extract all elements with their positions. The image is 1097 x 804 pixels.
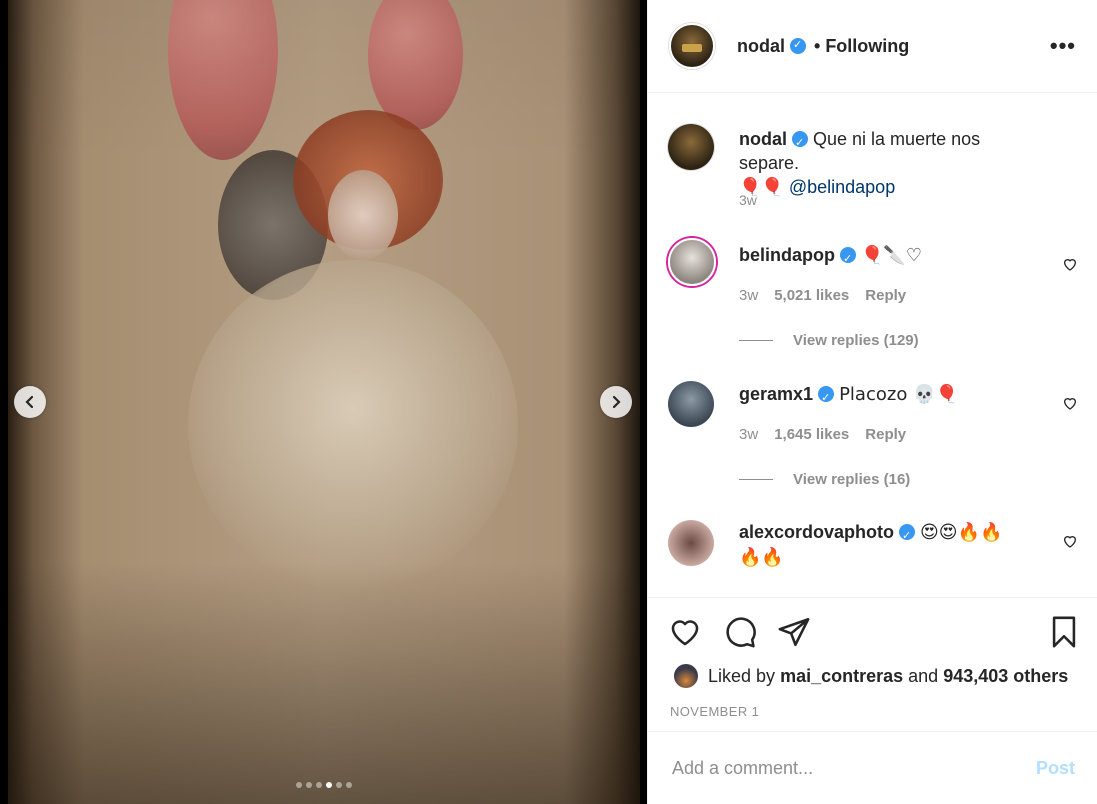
post-actions: Liked by mai_contreras and 943,403 other… [648, 597, 1097, 732]
comment-username[interactable]: alexcordovaphoto [739, 522, 894, 542]
liked-by-prefix: Liked by [708, 665, 776, 686]
costume-figure [188, 260, 518, 590]
reply-button[interactable]: Reply [865, 426, 906, 443]
post-comment-button[interactable]: Post [1036, 758, 1075, 779]
likes-count[interactable]: 943,403 others [943, 666, 1068, 687]
verified-badge-icon [792, 131, 808, 155]
liked-by-user[interactable]: mai_contreras [780, 666, 903, 687]
carousel-dot [295, 782, 302, 788]
avatar[interactable] [669, 23, 715, 69]
verified-badge-icon [790, 38, 806, 54]
mention-link[interactable]: @belindapop [789, 177, 895, 197]
comment-input[interactable] [670, 756, 1036, 780]
post-photo [8, 0, 640, 804]
share-send-icon[interactable] [777, 615, 811, 649]
view-replies-label: View replies (16) [793, 471, 911, 488]
like-comment-heart-icon[interactable] [1062, 533, 1078, 549]
comment-composer: Post [648, 731, 1097, 804]
view-replies-label: View replies (129) [793, 332, 919, 349]
comment-time: 3w [739, 426, 759, 443]
post-header: nodal • Following ••• [648, 0, 1097, 93]
carousel-dot [335, 782, 342, 788]
comment-text: 😍😍🔥🔥 [920, 522, 1003, 543]
person-figure [218, 150, 328, 300]
following-label: Following [825, 35, 910, 56]
verified-badge-icon [840, 247, 856, 271]
more-options-icon[interactable]: ••• [1050, 33, 1076, 59]
like-comment-heart-icon[interactable] [1062, 395, 1078, 411]
reply-button[interactable]: Reply [865, 287, 906, 304]
avatar[interactable] [668, 238, 716, 286]
next-image-button[interactable] [600, 386, 632, 418]
caption-time: 3w [739, 192, 757, 208]
avatar[interactable] [668, 381, 714, 427]
balloon-graphic [168, 0, 278, 160]
avatar[interactable] [668, 520, 714, 566]
chevron-right-icon [612, 395, 621, 409]
liked-by-and: and [908, 665, 939, 686]
verified-badge-icon [818, 386, 835, 410]
carousel-dot [315, 782, 322, 788]
liked-by-summary[interactable]: Liked by mai_contreras and 943,403 other… [674, 664, 1068, 688]
header-username[interactable]: nodal [737, 36, 785, 57]
comment-text: 🎈🔪♡ [861, 245, 922, 266]
person-figure [328, 170, 398, 260]
post-date: NOVEMBER 1 [670, 704, 760, 719]
comment-likes[interactable]: 1,645 likes [774, 426, 849, 443]
caption-username[interactable]: nodal [739, 129, 787, 149]
comment-likes[interactable]: 5,021 likes [774, 287, 849, 304]
comment-username[interactable]: geramx1 [739, 384, 813, 404]
previous-image-button[interactable] [14, 386, 46, 418]
like-heart-icon[interactable] [668, 615, 702, 649]
view-replies-button[interactable]: View replies (16) [739, 471, 910, 488]
comment-text: 🔥🔥 [739, 547, 784, 568]
carousel-indicator [0, 782, 647, 788]
balloon-graphic [368, 0, 463, 130]
comments-list[interactable]: nodal Que ni la muerte nos separe. 🎈🎈 @b… [648, 94, 1097, 597]
bookmark-save-icon[interactable] [1047, 615, 1081, 649]
carousel-dot [345, 782, 352, 788]
comment-text: Placozo 💀🎈 [839, 384, 958, 405]
comment-bubble-icon[interactable] [723, 615, 757, 649]
following-button[interactable]: • Following [814, 36, 909, 57]
post-media[interactable] [0, 0, 647, 804]
carousel-dot [305, 782, 312, 788]
post-details-panel: nodal • Following ••• nodal Que ni la mu… [647, 0, 1097, 804]
comment-time: 3w [739, 287, 759, 304]
avatar [674, 664, 698, 688]
comment-username[interactable]: belindapop [739, 245, 835, 265]
avatar[interactable] [668, 124, 714, 170]
view-replies-button[interactable]: View replies (129) [739, 332, 919, 349]
verified-badge-icon [899, 524, 916, 548]
like-comment-heart-icon[interactable] [1062, 256, 1078, 272]
person-figure [293, 110, 443, 250]
chevron-left-icon [25, 395, 34, 409]
carousel-dot-active [325, 782, 332, 788]
